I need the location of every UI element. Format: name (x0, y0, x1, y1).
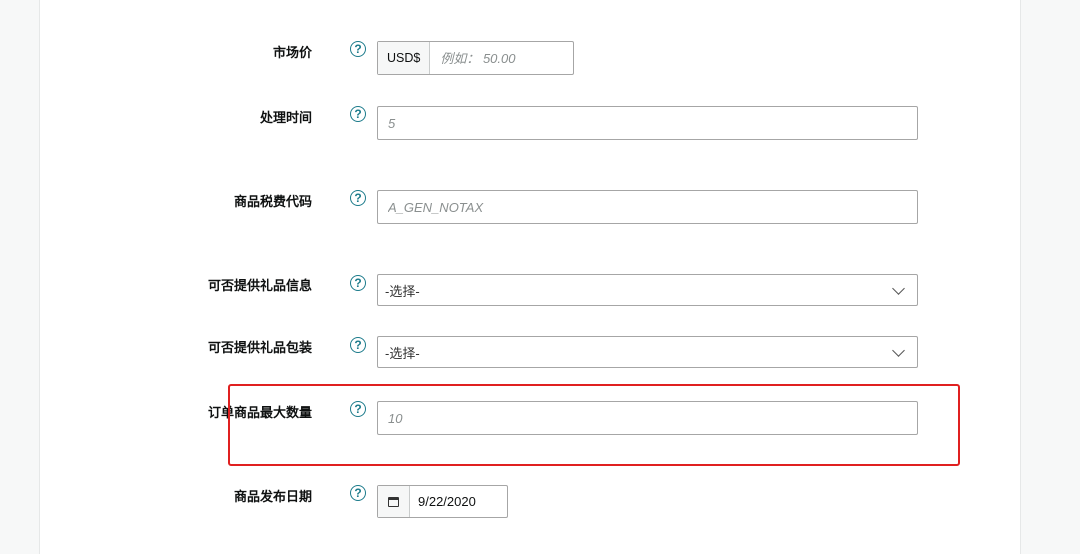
release-date-label: 商品发布日期 (233, 489, 312, 504)
release-date-field[interactable]: 9/22/2020 (377, 485, 508, 518)
help-icon[interactable]: ? (350, 275, 366, 291)
help-icon[interactable]: ? (350, 337, 366, 353)
processing-time-field (377, 106, 918, 140)
market-price-input[interactable] (430, 42, 573, 74)
tax-code-label: 商品税费代码 (233, 194, 312, 209)
max-order-qty-label: 订单商品最大数量 (207, 405, 312, 420)
chevron-down-icon (892, 343, 905, 357)
gift-message-label: 可否提供礼品信息 (207, 278, 312, 293)
calendar-icon (388, 496, 399, 507)
tax-code-input[interactable] (378, 191, 917, 223)
processing-time-input[interactable] (378, 107, 917, 139)
help-icon[interactable]: ? (350, 485, 366, 501)
gift-wrap-selected: -选择- (385, 345, 420, 361)
currency-prefix: USD$ (378, 42, 431, 74)
release-date-value: 9/22/2020 (418, 494, 476, 509)
market-price-field: USD$ (377, 41, 574, 75)
help-icon[interactable]: ? (350, 41, 366, 57)
help-icon[interactable]: ? (350, 190, 366, 206)
gift-message-select[interactable]: -选择- (377, 274, 918, 306)
help-icon[interactable]: ? (350, 106, 366, 122)
market-price-label: 市场价 (272, 45, 312, 60)
max-order-qty-input[interactable] (378, 402, 917, 434)
gift-wrap-select[interactable]: -选择- (377, 336, 918, 368)
processing-time-label: 处理时间 (259, 110, 312, 125)
max-order-qty-field (377, 401, 918, 435)
chevron-down-icon (892, 281, 905, 295)
gift-wrap-label: 可否提供礼品包装 (207, 340, 312, 355)
tax-code-field (377, 190, 918, 224)
help-icon[interactable]: ? (350, 401, 366, 417)
gift-message-selected: -选择- (385, 283, 420, 299)
form-panel: 市场价 ? USD$ 处理时间 ? 商品税费代码 ? 可否提供礼品信息 ? -选… (39, 0, 1021, 554)
calendar-button[interactable] (378, 486, 410, 517)
